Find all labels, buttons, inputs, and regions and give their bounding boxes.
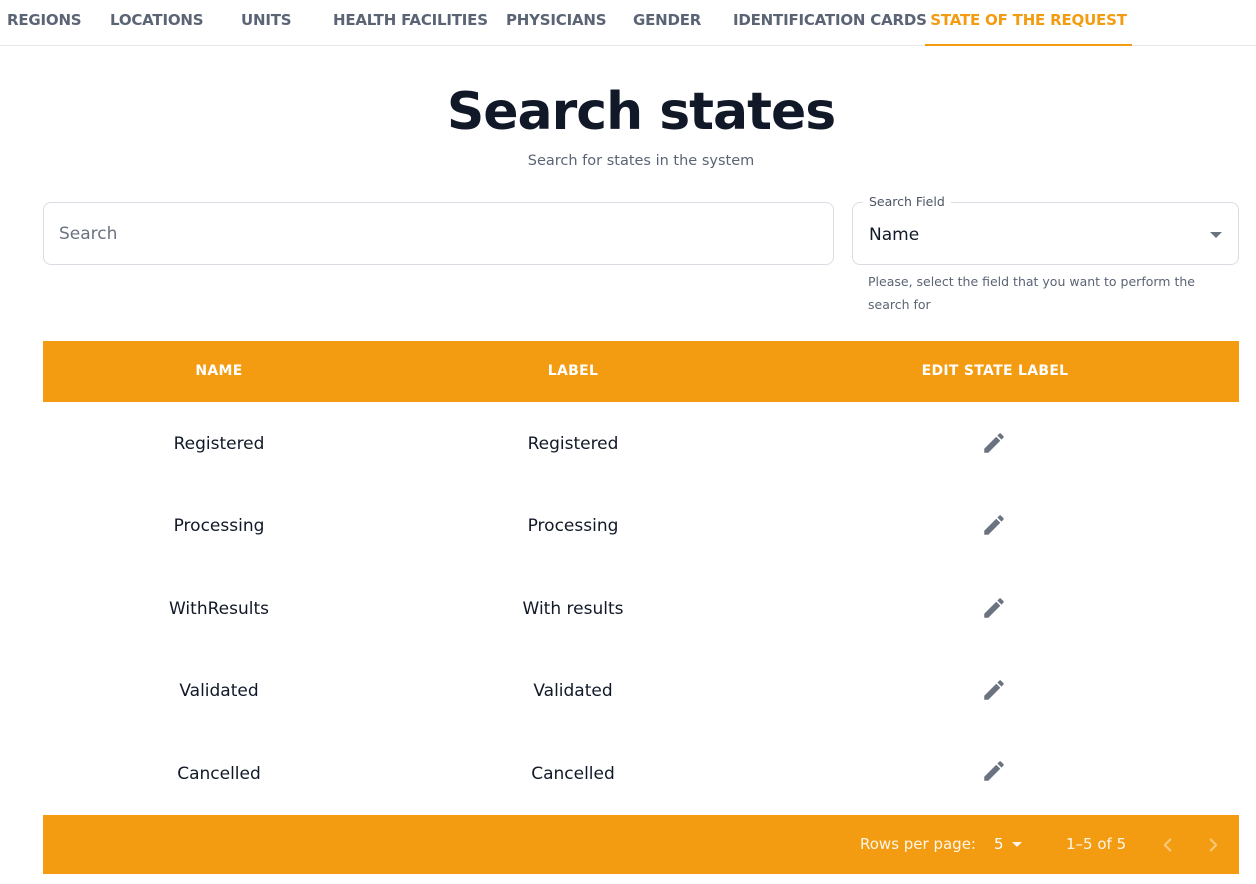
state-label-cell: With results (522, 599, 624, 619)
state-name-cell: Registered (173, 434, 265, 454)
page-title: Search states (446, 82, 836, 142)
caret-down-icon (1210, 232, 1222, 238)
page-subtitle: Search for states in the system (527, 153, 755, 169)
state-name-cell: Cancelled (177, 764, 261, 784)
state-label-cell: Cancelled (531, 764, 615, 784)
next-page-button[interactable] (1202, 834, 1224, 856)
tab-identification-cards[interactable]: IDENTIFICATION CARDS (733, 0, 927, 46)
edit-state-label-button[interactable] (981, 758, 1007, 784)
table-row: Cancelled Cancelled (43, 733, 1239, 815)
table-header: NAME LABEL EDIT STATE LABEL (43, 341, 1239, 402)
edit-state-label-button[interactable] (981, 430, 1007, 456)
table-row: Validated Validated (43, 650, 1239, 732)
tab-units[interactable]: UNITS (241, 0, 292, 46)
column-header-label: LABEL (547, 363, 599, 379)
states-table: NAME LABEL EDIT STATE LABEL Registered R… (43, 341, 1239, 874)
search-input[interactable] (59, 203, 819, 264)
column-header-edit-state-label: EDIT STATE LABEL (921, 363, 1069, 379)
search-field-help-text: Please, select the field that you want t… (868, 274, 1195, 312)
state-name-cell: Validated (179, 681, 259, 701)
state-label-cell: Validated (533, 681, 613, 701)
search-box (43, 202, 834, 265)
edit-state-label-button[interactable] (981, 595, 1007, 621)
tab-regions[interactable]: REGIONS (7, 0, 82, 46)
top-tab-bar: REGIONS LOCATIONS UNITS HEALTH FACILITIE… (0, 0, 1256, 46)
tab-health-facilities[interactable]: HEALTH FACILITIES (333, 0, 488, 46)
pencil-icon (984, 598, 1004, 618)
previous-page-button[interactable] (1157, 834, 1179, 856)
edit-state-label-button[interactable] (981, 677, 1007, 703)
state-name-cell: Processing (173, 516, 265, 536)
rows-per-page-value: 5 (994, 835, 1004, 853)
state-label-cell: Processing (527, 516, 619, 536)
tab-locations[interactable]: LOCATIONS (110, 0, 204, 46)
edit-state-label-button[interactable] (981, 512, 1007, 538)
table-pagination: Rows per page: 5 1–5 of 5 (43, 815, 1239, 874)
pencil-icon (984, 515, 1004, 535)
search-field-select[interactable]: Search Field Name (852, 194, 1239, 265)
state-name-cell: WithResults (169, 599, 269, 619)
search-field-legend: Search Field (863, 194, 951, 209)
rows-per-page-label: Rows per page: (860, 835, 976, 853)
tab-gender[interactable]: GENDER (633, 0, 701, 46)
pencil-icon (984, 761, 1004, 781)
table-row: Processing Processing (43, 485, 1239, 567)
tab-physicians[interactable]: PHYSICIANS (506, 0, 607, 46)
pencil-icon (984, 680, 1004, 700)
search-field-value: Name (869, 225, 920, 245)
tab-state-of-the-request[interactable]: STATE OF THE REQUEST (925, 0, 1132, 46)
table-row: Registered Registered (43, 403, 1239, 485)
rows-per-page-select[interactable]: 5 (994, 815, 1034, 874)
table-row: WithResults With results (43, 568, 1239, 650)
chevron-right-icon (1209, 838, 1218, 852)
column-header-name: NAME (195, 363, 243, 379)
state-label-cell: Registered (527, 434, 619, 454)
pagination-range: 1–5 of 5 (1066, 835, 1127, 853)
pencil-icon (984, 433, 1004, 453)
caret-down-icon (1012, 842, 1022, 847)
chevron-left-icon (1163, 838, 1172, 852)
